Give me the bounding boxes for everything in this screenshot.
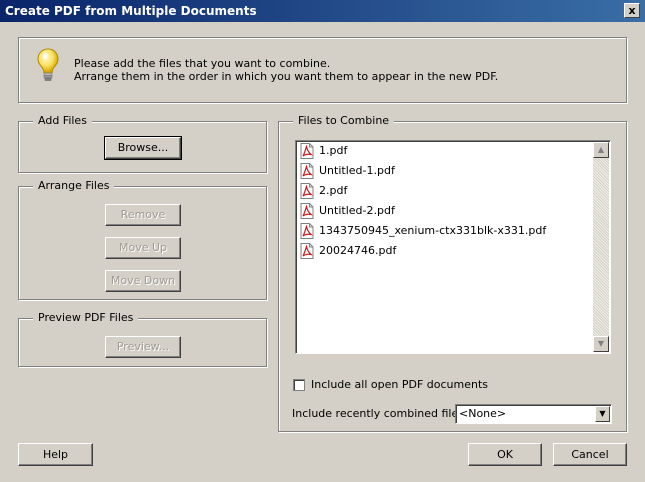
add-files-title: Add Files xyxy=(33,114,92,128)
list-item[interactable]: Untitled-1.pdf xyxy=(300,162,395,180)
move-up-button[interactable]: Move Up xyxy=(105,237,181,259)
close-button[interactable]: x xyxy=(624,3,640,18)
pdf-file-icon xyxy=(300,203,314,219)
chevron-down-icon: ▼ xyxy=(599,409,606,418)
list-item[interactable]: 1343750945_xenium-ctx331blk-x331.pdf xyxy=(300,222,546,240)
pdf-file-icon xyxy=(300,243,314,259)
arrow-down-icon: ▼ xyxy=(597,339,605,348)
preview-button[interactable]: Preview... xyxy=(105,336,181,358)
vertical-scrollbar[interactable]: ▲ ▼ xyxy=(593,142,609,352)
file-name: 1.pdf xyxy=(319,144,348,157)
browse-button[interactable]: Browse... xyxy=(104,136,182,160)
window-title: Create PDF from Multiple Documents xyxy=(5,4,257,18)
file-name: Untitled-1.pdf xyxy=(319,164,395,177)
remove-button[interactable]: Remove xyxy=(105,204,181,226)
list-item[interactable]: 2.pdf xyxy=(300,182,347,200)
file-list[interactable]: 1.pdf Untitled-1.pdf 2.pdf Untitled-2.pd… xyxy=(295,140,611,354)
file-name: 20024746.pdf xyxy=(319,244,397,257)
preview-group: Preview PDF Files Preview... xyxy=(18,311,267,367)
pdf-file-icon xyxy=(300,143,314,159)
close-icon: x xyxy=(628,4,636,17)
scroll-down-button[interactable]: ▼ xyxy=(593,336,609,352)
list-item[interactable]: 1.pdf xyxy=(300,142,347,160)
dropdown-arrow[interactable]: ▼ xyxy=(595,406,610,422)
arrow-up-icon: ▲ xyxy=(597,145,605,154)
pdf-file-icon xyxy=(300,183,314,199)
add-files-group: Add Files Browse... xyxy=(18,114,267,173)
arrange-files-group: Arrange Files Remove Move Up Move Down xyxy=(18,179,267,300)
file-name: 2.pdf xyxy=(319,184,348,197)
include-open-pdf-checkbox[interactable] xyxy=(293,379,305,391)
files-to-combine-group: Files to Combine 1.pdf Untitled-1.pdf 2.… xyxy=(278,114,627,432)
recent-files-label: Include recently combined files: xyxy=(292,407,468,420)
info-line-2: Arrange them in the order in which you w… xyxy=(74,70,499,83)
help-button[interactable]: Help xyxy=(18,443,93,466)
lightbulb-icon xyxy=(37,48,59,81)
file-name: Untitled-2.pdf xyxy=(319,204,395,217)
cancel-button[interactable]: Cancel xyxy=(553,443,627,466)
move-down-button[interactable]: Move Down xyxy=(105,270,181,292)
info-panel: Please add the files that you want to co… xyxy=(18,37,627,103)
ok-button[interactable]: OK xyxy=(468,443,542,466)
arrange-files-title: Arrange Files xyxy=(33,179,115,193)
title-bar: Create PDF from Multiple Documents x xyxy=(0,0,645,22)
recent-files-value: <None> xyxy=(459,407,507,420)
info-line-1: Please add the files that you want to co… xyxy=(74,57,331,70)
list-item[interactable]: 20024746.pdf xyxy=(300,242,396,260)
scroll-up-button[interactable]: ▲ xyxy=(593,142,609,158)
pdf-file-icon xyxy=(300,163,314,179)
file-name: 1343750945_xenium-ctx331blk-x331.pdf xyxy=(319,224,547,237)
preview-title: Preview PDF Files xyxy=(33,311,139,325)
recent-files-dropdown[interactable]: <None> ▼ xyxy=(455,404,612,424)
list-item[interactable]: Untitled-2.pdf xyxy=(300,202,395,220)
info-text: Please add the files that you want to co… xyxy=(74,57,498,83)
files-to-combine-title: Files to Combine xyxy=(293,114,395,128)
pdf-file-icon xyxy=(300,223,314,239)
include-open-pdf-label: Include all open PDF documents xyxy=(311,378,488,391)
